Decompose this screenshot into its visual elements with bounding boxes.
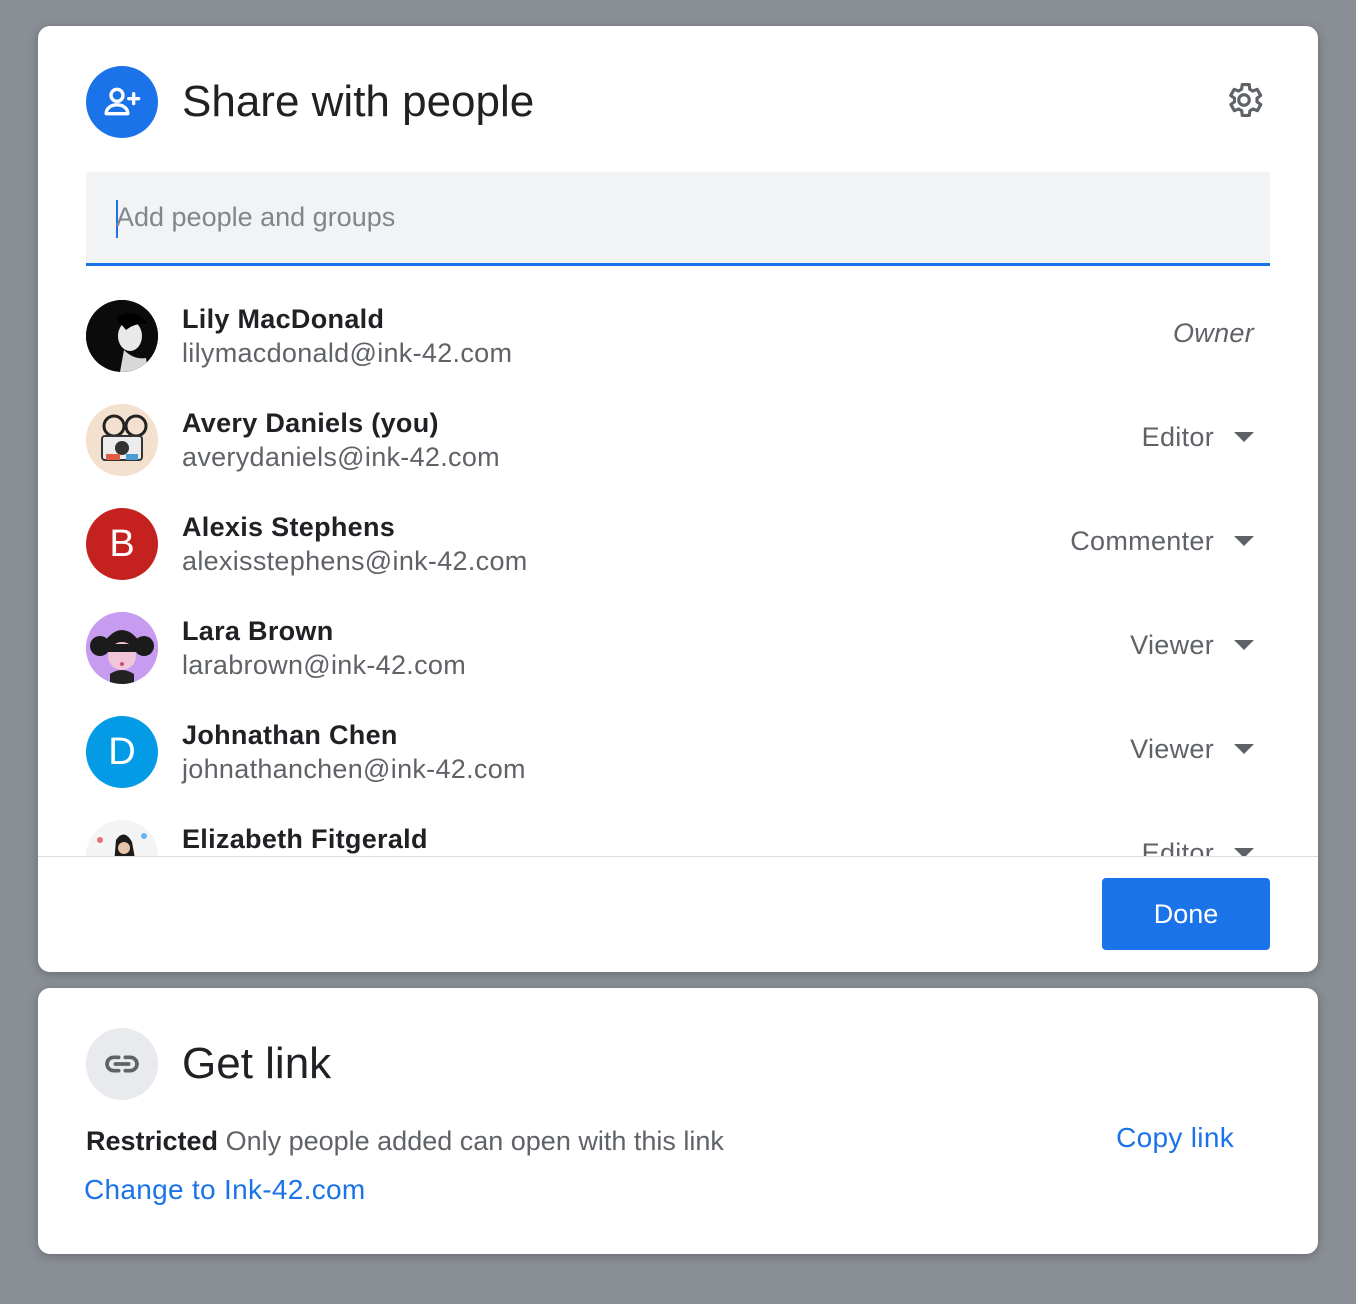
link-access-description: Restricted Only people added can open wi… xyxy=(86,1126,724,1157)
get-link-title: Get link xyxy=(182,1039,332,1088)
avatar-letter: D xyxy=(108,730,136,773)
dialog-title: Share with people xyxy=(182,77,535,126)
person-name: Avery Daniels (you) xyxy=(182,408,439,438)
restricted-description: Only people added can open with this lin… xyxy=(225,1126,724,1156)
avatar xyxy=(86,300,158,372)
footer-divider xyxy=(38,856,1318,857)
role-label: Owner xyxy=(1172,318,1254,348)
caret-down-icon[interactable] xyxy=(1234,432,1254,442)
avatar: B xyxy=(86,508,158,580)
role-dropdown[interactable]: Viewer xyxy=(1130,734,1214,765)
link-icon xyxy=(86,1028,158,1100)
add-person-icon xyxy=(86,66,158,138)
caret-down-icon[interactable] xyxy=(1234,848,1254,856)
role-dropdown[interactable]: Viewer xyxy=(1130,630,1214,661)
person-row: D Johnathan Chen johnathanchen@ink-42.co… xyxy=(38,704,1318,808)
avatar xyxy=(86,820,158,856)
done-button[interactable]: Done xyxy=(1102,878,1270,950)
person-row: Elizabeth Fitgerald Editor xyxy=(38,808,1318,856)
person-name: Alexis Stephens xyxy=(182,512,396,542)
role-dropdown[interactable]: Commenter xyxy=(1070,526,1214,557)
add-people-field[interactable] xyxy=(86,172,1270,266)
avatar: D xyxy=(86,716,158,788)
person-row: Avery Daniels (you) averydaniels@ink-42.… xyxy=(38,392,1318,496)
share-dialog: Share with people Lily MacDonald xyxy=(38,26,1318,972)
avatar xyxy=(86,404,158,476)
avatar xyxy=(86,612,158,684)
caret-down-icon[interactable] xyxy=(1234,536,1254,546)
avatar-letter: B xyxy=(109,522,135,565)
settings-button[interactable] xyxy=(1222,80,1266,124)
person-row: B Alexis Stephens alexisstephens@ink-42.… xyxy=(38,496,1318,600)
add-people-input[interactable] xyxy=(116,196,1216,238)
person-email: johnathanchen@ink-42.com xyxy=(182,754,526,784)
person-row: Lara Brown larabrown@ink-42.com Viewer xyxy=(38,600,1318,704)
role-dropdown[interactable]: Editor xyxy=(1142,422,1214,453)
person-name: Johnathan Chen xyxy=(182,720,398,750)
caret-down-icon[interactable] xyxy=(1234,744,1254,754)
change-access-link[interactable]: Change to Ink-42.com xyxy=(84,1174,366,1206)
restricted-label: Restricted xyxy=(86,1126,219,1156)
person-email: larabrown@ink-42.com xyxy=(182,650,467,680)
copy-link-button[interactable]: Copy link xyxy=(1116,1122,1234,1154)
people-list: Lily MacDonald lilymacdonald@ink-42.com … xyxy=(38,288,1318,856)
person-name: Elizabeth Fitgerald xyxy=(182,824,428,854)
person-email: lilymacdonald@ink-42.com xyxy=(182,338,513,368)
person-name: Lara Brown xyxy=(182,616,334,646)
role-dropdown[interactable]: Editor xyxy=(1142,838,1214,856)
person-name: Lily MacDonald xyxy=(182,304,385,334)
person-row: Lily MacDonald lilymacdonald@ink-42.com … xyxy=(38,288,1318,392)
caret-down-icon[interactable] xyxy=(1234,640,1254,650)
get-link-panel: Get link Restricted Only people added ca… xyxy=(38,988,1318,1254)
gear-icon xyxy=(1223,79,1265,126)
person-email: averydaniels@ink-42.com xyxy=(182,442,500,472)
person-email: alexisstephens@ink-42.com xyxy=(182,546,528,576)
